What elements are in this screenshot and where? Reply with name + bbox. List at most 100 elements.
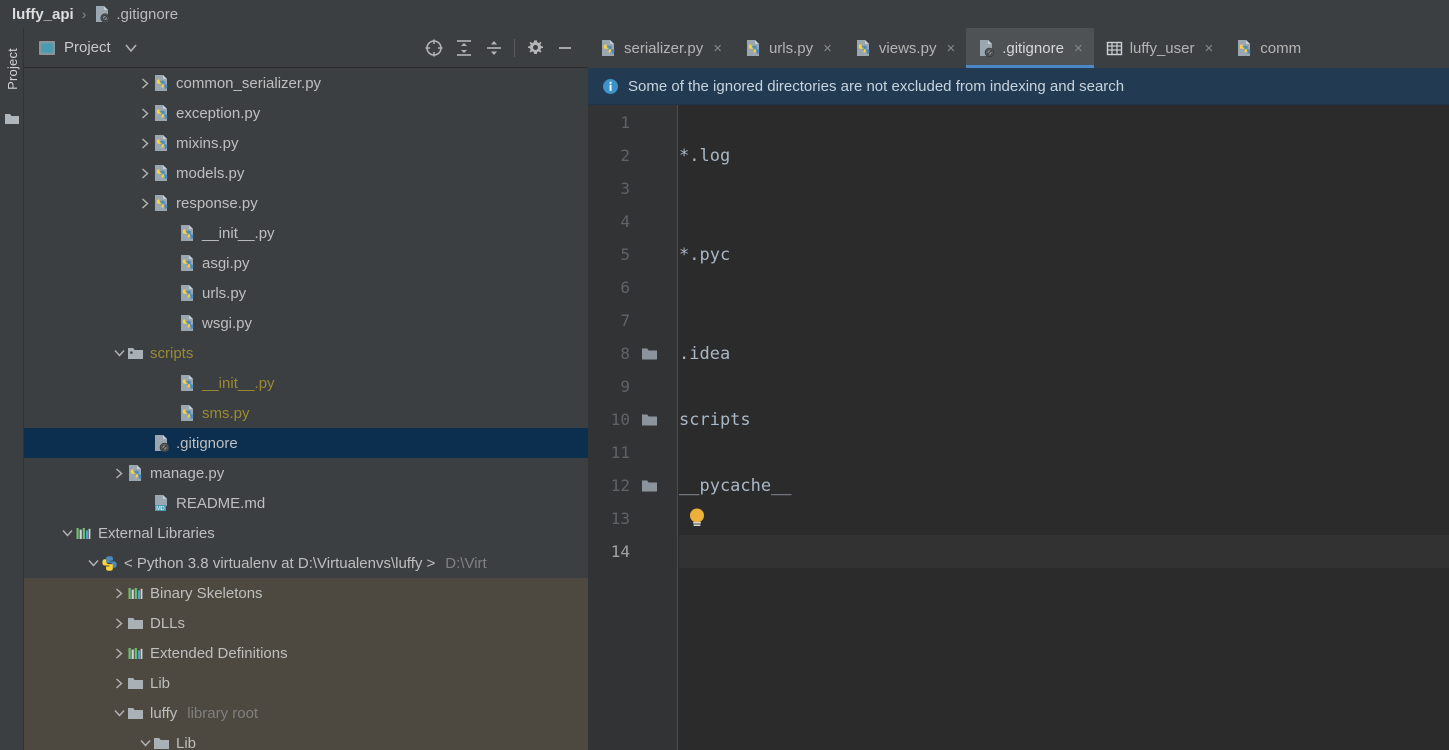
code-line[interactable]: .idea: [679, 337, 1449, 370]
code-line[interactable]: [679, 106, 1449, 139]
gutter-line[interactable]: 6: [588, 271, 678, 304]
editor-tab[interactable]: .gitignore ×: [966, 28, 1095, 68]
project-tree[interactable]: common_serializer.py exception.py mixins.p…: [24, 68, 588, 750]
code-line[interactable]: [679, 502, 1449, 535]
gutter-folder-icon: [634, 479, 664, 493]
chevron-right-icon[interactable]: [112, 676, 126, 690]
tree-row[interactable]: sms.py: [24, 398, 588, 428]
expand-all-icon[interactable]: [449, 33, 479, 63]
tree-row[interactable]: Lib: [24, 668, 588, 698]
tree-row[interactable]: MD README.md: [24, 488, 588, 518]
gutter-folder-icon: [634, 347, 664, 361]
chevron-right-icon[interactable]: [138, 106, 152, 120]
gutter-line[interactable]: 8: [588, 337, 678, 370]
code-line[interactable]: [679, 535, 1449, 568]
gear-icon[interactable]: [520, 33, 550, 63]
code-line[interactable]: [679, 172, 1449, 205]
gutter-line[interactable]: 5: [588, 238, 678, 271]
code-line[interactable]: scripts: [679, 403, 1449, 436]
code-editor[interactable]: 1 2 3 4 5 6 7 8 9 10 11 12 13 14 *.log *.pyc .idea scrip…: [588, 105, 1449, 750]
chevron-right-icon[interactable]: [112, 466, 126, 480]
tree-row[interactable]: __init__.py: [24, 368, 588, 398]
code-line[interactable]: [679, 271, 1449, 304]
folder-icon: [4, 112, 20, 131]
gutter-line[interactable]: 11: [588, 436, 678, 469]
close-icon[interactable]: ×: [823, 41, 832, 56]
tree-row[interactable]: urls.py: [24, 278, 588, 308]
editor-tab[interactable]: comm: [1224, 28, 1312, 68]
gutter-line[interactable]: 13: [588, 502, 678, 535]
tree-row[interactable]: __init__.py: [24, 218, 588, 248]
notification-text: Some of the ignored directories are not …: [628, 77, 1125, 95]
chevron-right-icon[interactable]: [138, 196, 152, 210]
gutter-line[interactable]: 3: [588, 172, 678, 205]
code-line[interactable]: __pycache__: [679, 469, 1449, 502]
editor-tab[interactable]: urls.py ×: [733, 28, 843, 68]
python-file-icon: [855, 39, 872, 57]
tree-row[interactable]: manage.py: [24, 458, 588, 488]
code-line[interactable]: *.pyc: [679, 238, 1449, 271]
chevron-right-icon[interactable]: [112, 646, 126, 660]
gutter-line[interactable]: 7: [588, 304, 678, 337]
editor-gutter[interactable]: 1 2 3 4 5 6 7 8 9 10 11 12 13 14: [588, 105, 678, 750]
tree-row[interactable]: DLLs: [24, 608, 588, 638]
tree-row[interactable]: exception.py: [24, 98, 588, 128]
chevron-right-icon[interactable]: [138, 136, 152, 150]
tree-row[interactable]: .gitignore: [24, 428, 588, 458]
minimize-icon[interactable]: [550, 33, 580, 63]
tree-row[interactable]: luffy library root: [24, 698, 588, 728]
editor-tab[interactable]: serializer.py ×: [588, 28, 733, 68]
chevron-down-icon[interactable]: [125, 39, 137, 57]
gutter-line[interactable]: 14: [588, 535, 678, 568]
tree-row[interactable]: response.py: [24, 188, 588, 218]
chevron-down-icon[interactable]: [86, 556, 100, 570]
gutter-line[interactable]: 9: [588, 370, 678, 403]
gutter-line[interactable]: 2: [588, 139, 678, 172]
close-icon[interactable]: ×: [946, 41, 955, 56]
editor-tab[interactable]: luffy_user ×: [1094, 28, 1225, 68]
tree-row-label: .gitignore: [176, 434, 238, 452]
tree-row[interactable]: mixins.py: [24, 128, 588, 158]
gutter-line[interactable]: 4: [588, 205, 678, 238]
chevron-down-icon[interactable]: [60, 526, 74, 540]
code-line[interactable]: [679, 370, 1449, 403]
chevron-down-icon[interactable]: [138, 736, 152, 750]
tree-row[interactable]: models.py: [24, 158, 588, 188]
tree-row[interactable]: Extended Definitions: [24, 638, 588, 668]
project-toolbar: Project: [24, 28, 588, 68]
tree-row[interactable]: < Python 3.8 virtualenv at D:\Virtualenv…: [24, 548, 588, 578]
gutter-line[interactable]: 10: [588, 403, 678, 436]
chevron-right-icon[interactable]: [112, 586, 126, 600]
close-icon[interactable]: ×: [713, 41, 722, 56]
chevron-right-icon[interactable]: [138, 76, 152, 90]
tree-row[interactable]: Lib: [24, 728, 588, 750]
close-icon[interactable]: ×: [1074, 41, 1083, 56]
gutter-line[interactable]: 12: [588, 469, 678, 502]
folder-icon: [152, 734, 170, 750]
chevron-down-icon[interactable]: [112, 346, 126, 360]
tree-row[interactable]: Binary Skeletons: [24, 578, 588, 608]
select-opened-file-icon[interactable]: [419, 33, 449, 63]
chevron-down-icon[interactable]: [112, 706, 126, 720]
breadcrumb-leaf[interactable]: ​.gitignore: [116, 6, 178, 23]
python-file-icon: [178, 284, 196, 302]
tree-row[interactable]: wsgi.py: [24, 308, 588, 338]
tool-window-tab-project[interactable]: Project: [0, 32, 24, 106]
code-line[interactable]: [679, 304, 1449, 337]
tree-row[interactable]: scripts: [24, 338, 588, 368]
tree-row-label: Binary Skeletons: [150, 584, 263, 602]
collapse-all-icon[interactable]: [479, 33, 509, 63]
gutter-line[interactable]: 1: [588, 106, 678, 139]
close-icon[interactable]: ×: [1204, 41, 1213, 56]
tree-row-label: urls.py: [202, 284, 247, 302]
code-line[interactable]: [679, 205, 1449, 238]
tree-row[interactable]: common_serializer.py: [24, 68, 588, 98]
tree-row[interactable]: asgi.py: [24, 248, 588, 278]
breadcrumb-root[interactable]: luffy_api: [12, 6, 74, 23]
chevron-right-icon[interactable]: [112, 616, 126, 630]
tree-row[interactable]: External Libraries: [24, 518, 588, 548]
editor-tab[interactable]: views.py ×: [843, 28, 966, 68]
code-line[interactable]: [679, 436, 1449, 469]
code-line[interactable]: *.log: [679, 139, 1449, 172]
chevron-right-icon[interactable]: [138, 166, 152, 180]
